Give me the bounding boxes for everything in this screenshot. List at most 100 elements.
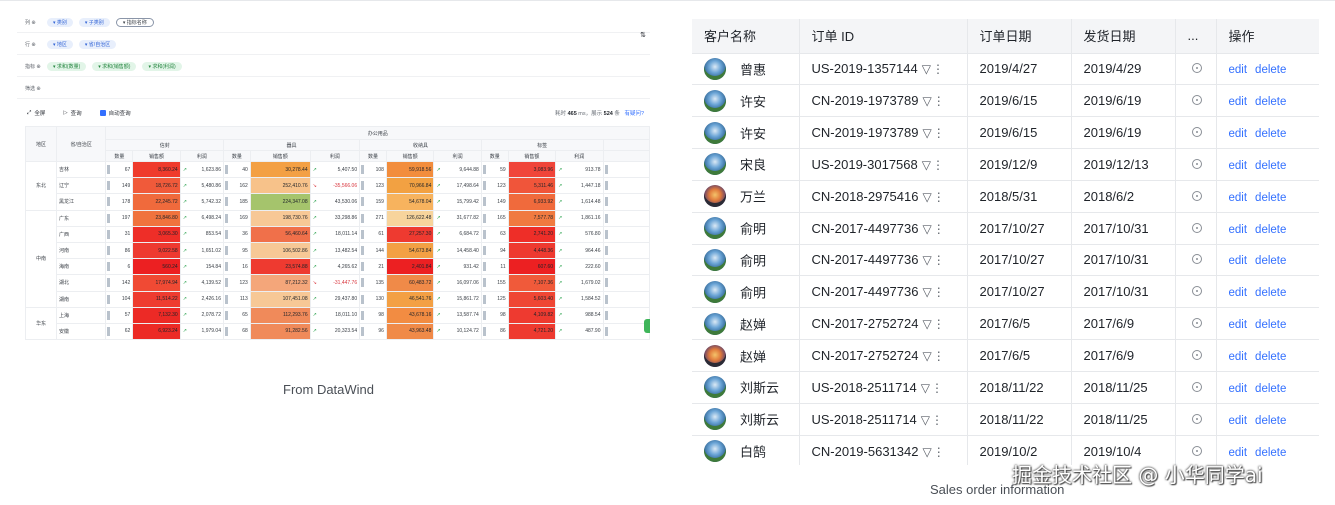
field-pill[interactable]: ▾ 子类别: [78, 18, 110, 27]
more-vertical-icon[interactable]: ⋮: [931, 413, 943, 427]
table-row[interactable]: 赵婵 CN-2017-2752724 ▽⋮ 2017/6/5 2017/6/9 edit d…: [692, 339, 1319, 372]
table-row[interactable]: 宋良 US-2019-3017568 ▽⋮ 2019/12/9 2019/12/13 ed…: [692, 148, 1319, 181]
field-pill[interactable]: ▾ 省/自治区: [78, 40, 117, 49]
edit-link[interactable]: edit: [1229, 255, 1248, 267]
edit-link[interactable]: edit: [1229, 160, 1248, 172]
quantity-cell: 271: [359, 209, 387, 227]
field-pill[interactable]: ▾ 求和(利润): [142, 62, 182, 71]
col-order-id[interactable]: 订单 ID: [799, 19, 968, 54]
more-vertical-icon[interactable]: ⋮: [931, 381, 943, 395]
delete-link[interactable]: delete: [1255, 192, 1286, 204]
field-pill[interactable]: ▾ 求和(销售额): [92, 62, 137, 71]
more-vertical-icon[interactable]: ⋮: [933, 126, 945, 140]
more-vertical-icon[interactable]: ⋮: [933, 253, 945, 267]
radio-icon[interactable]: [1191, 158, 1202, 169]
edit-link[interactable]: edit: [1229, 447, 1248, 459]
filter-icon[interactable]: ▽: [921, 413, 930, 427]
table-row[interactable]: 俞明 CN-2017-4497736 ▽⋮ 2017/10/27 2017/10/31 e…: [692, 275, 1319, 309]
table-row[interactable]: 许安 CN-2019-1973789 ▽⋮ 2019/6/15 2019/6/19 edi…: [692, 84, 1319, 118]
filter-icon[interactable]: ▽: [922, 94, 931, 108]
table-row[interactable]: 许安 CN-2019-1973789 ▽⋮ 2019/6/15 2019/6/19 edi…: [692, 116, 1319, 150]
radio-icon[interactable]: [1191, 381, 1202, 392]
radio-icon[interactable]: [1191, 286, 1202, 297]
radio-icon[interactable]: [1191, 350, 1202, 361]
filter-icon[interactable]: ▽: [922, 445, 931, 459]
col-ship-date[interactable]: 发货日期: [1071, 19, 1176, 54]
table-row[interactable]: 曾惠 US-2019-1357144 ▽⋮ 2019/4/27 2019/4/29 edi…: [692, 53, 1319, 86]
delete-link[interactable]: delete: [1255, 287, 1286, 299]
delete-link[interactable]: delete: [1255, 447, 1286, 459]
delete-link[interactable]: delete: [1255, 319, 1286, 331]
radio-icon[interactable]: [1191, 318, 1202, 329]
quantity-bar: [482, 245, 486, 255]
edit-link[interactable]: edit: [1229, 287, 1248, 299]
table-row[interactable]: 赵婵 CN-2017-2752724 ▽⋮ 2017/6/5 2017/6/9 edit d…: [692, 307, 1319, 341]
collapse-arrows-icon[interactable]: ⇅: [640, 31, 646, 39]
filter-icon[interactable]: ▽: [922, 126, 931, 140]
radio-icon[interactable]: [1191, 63, 1202, 74]
more-vertical-icon[interactable]: ⋮: [933, 317, 945, 331]
quantity-cell: 123: [359, 177, 387, 195]
more-vertical-icon[interactable]: ⋮: [933, 349, 945, 363]
field-pill[interactable]: ▾ 指标名称: [115, 18, 154, 27]
edit-link[interactable]: edit: [1229, 128, 1248, 140]
field-pill[interactable]: ▾ 地区: [47, 40, 73, 49]
edit-link[interactable]: edit: [1229, 351, 1248, 363]
col-order-date[interactable]: 订单日期: [967, 19, 1072, 54]
field-pill[interactable]: ▾ 求和(数量): [47, 62, 87, 71]
radio-icon[interactable]: [1191, 127, 1202, 138]
more-vertical-icon[interactable]: ⋮: [933, 190, 945, 204]
table-row[interactable]: 俞明 CN-2017-4497736 ▽⋮ 2017/10/27 2017/10/31 e…: [692, 212, 1319, 245]
filter-icon[interactable]: ▽: [922, 190, 931, 204]
radio-icon[interactable]: [1191, 222, 1202, 233]
more-vertical-icon[interactable]: ⋮: [932, 62, 944, 76]
radio-icon[interactable]: [1191, 254, 1202, 265]
field-pill[interactable]: ▾ 类别: [47, 18, 73, 27]
more-vertical-icon[interactable]: ⋮: [933, 94, 945, 108]
radio-icon[interactable]: [1191, 95, 1202, 106]
side-panel-toggle[interactable]: [644, 319, 650, 333]
edit-link[interactable]: edit: [1229, 192, 1248, 204]
delete-link[interactable]: delete: [1255, 96, 1286, 108]
filter-icon[interactable]: ▽: [921, 381, 930, 395]
delete-link[interactable]: delete: [1255, 128, 1286, 140]
table-row[interactable]: 俞明 CN-2017-4497736 ▽⋮ 2017/10/27 2017/10/31 e…: [692, 244, 1319, 277]
edit-link[interactable]: edit: [1229, 96, 1248, 108]
edit-link[interactable]: edit: [1229, 415, 1248, 427]
radio-icon[interactable]: [1191, 413, 1202, 424]
delete-link[interactable]: delete: [1255, 383, 1286, 395]
edit-link[interactable]: edit: [1229, 64, 1248, 76]
filter-icon[interactable]: ▽: [922, 158, 931, 172]
delete-link[interactable]: delete: [1255, 160, 1286, 172]
quantity-cell: 36: [223, 225, 251, 243]
filter-icon[interactable]: ▽: [922, 222, 931, 236]
filter-icon[interactable]: ▽: [922, 253, 931, 267]
more-vertical-icon[interactable]: ⋮: [933, 445, 945, 459]
table-row[interactable]: 刘斯云 US-2018-2511714 ▽⋮ 2018/11/22 2018/11/25…: [692, 371, 1319, 404]
more-vertical-icon[interactable]: ⋮: [932, 158, 944, 172]
delete-link[interactable]: delete: [1255, 415, 1286, 427]
table-row[interactable]: 刘斯云 US-2018-2511714 ▽⋮ 2018/11/22 2018/11/25…: [692, 403, 1319, 436]
delete-link[interactable]: delete: [1255, 64, 1286, 76]
edit-link[interactable]: edit: [1229, 319, 1248, 331]
table-row[interactable]: 万兰 CN-2018-2975416 ▽⋮ 2018/5/31 2018/6/2 edit…: [692, 180, 1319, 213]
filter-icon[interactable]: ▽: [922, 285, 931, 299]
more-vertical-icon[interactable]: ⋮: [933, 222, 945, 236]
auto-query-checkbox[interactable]: 自动查询: [99, 109, 131, 117]
edit-link[interactable]: edit: [1229, 383, 1248, 395]
filter-icon[interactable]: ▽: [922, 62, 931, 76]
col-more[interactable]: ...: [1175, 19, 1217, 54]
fullscreen-button[interactable]: ⤢ 全屏: [27, 109, 45, 118]
delete-link[interactable]: delete: [1255, 224, 1286, 236]
help-link[interactable]: 有疑问?: [624, 111, 644, 117]
delete-link[interactable]: delete: [1255, 351, 1286, 363]
more-vertical-icon[interactable]: ⋮: [933, 285, 945, 299]
radio-icon[interactable]: [1191, 190, 1202, 201]
filter-icon[interactable]: ▽: [922, 317, 931, 331]
delete-link[interactable]: delete: [1255, 255, 1286, 267]
edit-link[interactable]: edit: [1229, 224, 1248, 236]
filter-icon[interactable]: ▽: [922, 349, 931, 363]
radio-icon[interactable]: [1191, 445, 1202, 456]
col-customer-name[interactable]: 客户名称: [692, 19, 800, 54]
query-button[interactable]: ▷ 查询: [63, 109, 81, 117]
